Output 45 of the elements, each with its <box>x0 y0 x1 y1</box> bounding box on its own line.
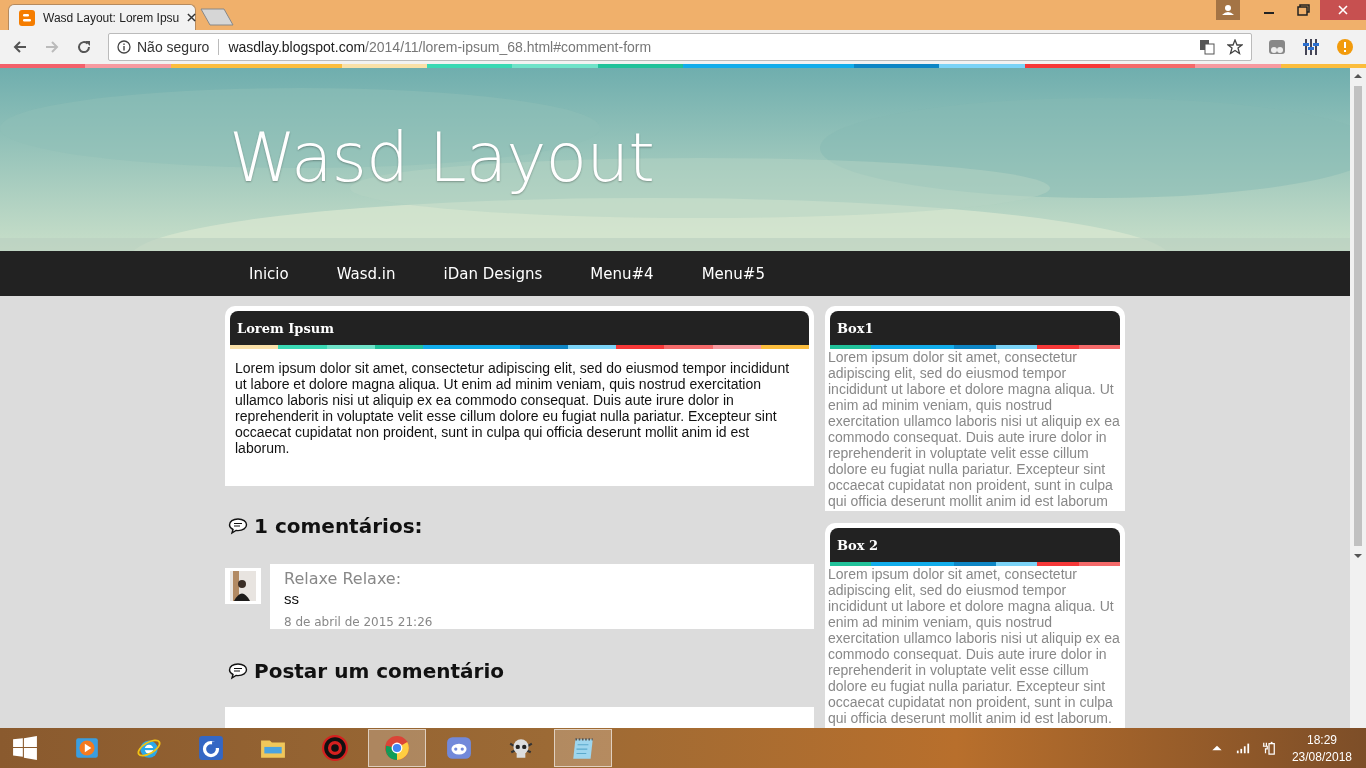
comment-date[interactable]: 8 de abril de 2015 21:26 <box>284 615 800 629</box>
browser-tab[interactable]: Wasd Layout: Lorem Ipsu <box>8 4 196 30</box>
blogger-icon <box>19 9 35 26</box>
profile-icon[interactable] <box>1216 0 1240 20</box>
nav-link[interactable]: Menu#5 <box>677 264 789 283</box>
nav-link[interactable]: Inicio <box>225 264 313 283</box>
speech-bubble-icon <box>228 517 248 535</box>
speech-bubble-icon <box>228 662 248 680</box>
chrome-app-button[interactable] <box>368 729 426 767</box>
post-comment-heading: Postar um comentário <box>254 659 504 683</box>
widget-title: Box1 <box>837 320 874 336</box>
nav-link[interactable]: Menu#4 <box>566 264 678 283</box>
blog-title: Wasd Layout <box>229 118 654 197</box>
scrollbar[interactable] <box>1350 68 1366 728</box>
info-icon <box>117 40 131 54</box>
extension-icon[interactable] <box>1268 38 1286 56</box>
post-title: Lorem Ipsum <box>237 320 334 336</box>
close-icon[interactable] <box>187 13 197 22</box>
clock-time[interactable]: 18:29 <box>1306 732 1337 747</box>
clock-date[interactable]: 23/08/2018 <box>1291 749 1352 764</box>
chat-app-icon <box>446 735 472 761</box>
comment-text: ss <box>284 590 300 607</box>
comment-author: Relaxe Relaxe: <box>284 569 403 588</box>
battery-icon[interactable] <box>1261 741 1276 755</box>
scrollbar-thumb[interactable] <box>1354 86 1362 546</box>
app-icon <box>198 735 224 761</box>
chrome-icon <box>384 735 410 761</box>
url-text: wasdlay.blogspot.com/2014/11/lorem-ipsum_68.html#comment-form <box>228 39 652 55</box>
widget-title: Box 2 <box>837 537 878 553</box>
address-bar[interactable]: Não seguro wasdlay.blogspot.com/2014/11/lorem-ipsum_68.html#comment-form <box>108 33 1252 61</box>
nav-link[interactable]: Wasd.in <box>312 264 420 283</box>
translate-icon[interactable] <box>1199 39 1215 55</box>
equalizer-icon[interactable] <box>1302 38 1320 56</box>
widget-text: Lorem ipsum dolor sit amet, consectetur adipiscing elit, sed do eiusmod tempor incididunt ut labore et dolore magna aliqua. Ut enim ad minim veniam, quis nostrud exercitation ullamco laboris nisi ut aliquip ex ea commodo consequat. Duis aute irure dolor in reprehenderit in voluptate velit esse cillum dolore eu fugiat nulla pariatur. Excepteur sint occaecat cupidatat non proident, sunt in culpa qui officia deserunt mollit anim id est laborum <box>828 349 1120 511</box>
nav-link[interactable]: iDan Designs <box>419 264 567 283</box>
star-icon[interactable] <box>1227 39 1243 55</box>
comments-heading: 1 comentários: <box>254 514 423 538</box>
signal-icon[interactable] <box>1235 741 1250 755</box>
security-label: Não seguro <box>137 39 210 55</box>
windows-start-icon[interactable] <box>12 735 38 761</box>
post-body: Lorem ipsum dolor sit amet, consectetur adipiscing elit, sed do eiusmod tempor incididunt ut labore et dolore magna aliqua. Ut enim ad minim veniam, quis nostrud exercitation ullamco laboris nisi ut aliquip ex ea commodo consequat. Duis aute irure dolor in reprehenderit in voluptate velit esse cillum dolore eu fugiat nulla pariatur. Excepteur sint occaecat cupidatat non proident, sunt in culpa qui officia deserunt mollit anim id est laborum. <box>234 359 791 458</box>
widget-text: Lorem ipsum dolor sit amet, consectetur adipiscing elit, sed do eiusmod tempor incididunt ut labore et dolore magna aliqua. Ut enim ad minim veniam, quis nostrud exercitation ullamco laboris nisi ut aliquip ex ea commodo consequat. Duis aute irure dolor in reprehenderit in voluptate velit esse cillum dolore eu fugiat nulla pariatur. Excepteur sint occaecat cupidatat non proident, sunt in culpa qui officia deserunt mollit anim id est laborum. <box>828 566 1120 728</box>
tab-title: Wasd Layout: Lorem Ipsu <box>43 10 180 25</box>
notepad-icon <box>570 735 596 761</box>
media-player-icon <box>74 735 100 761</box>
